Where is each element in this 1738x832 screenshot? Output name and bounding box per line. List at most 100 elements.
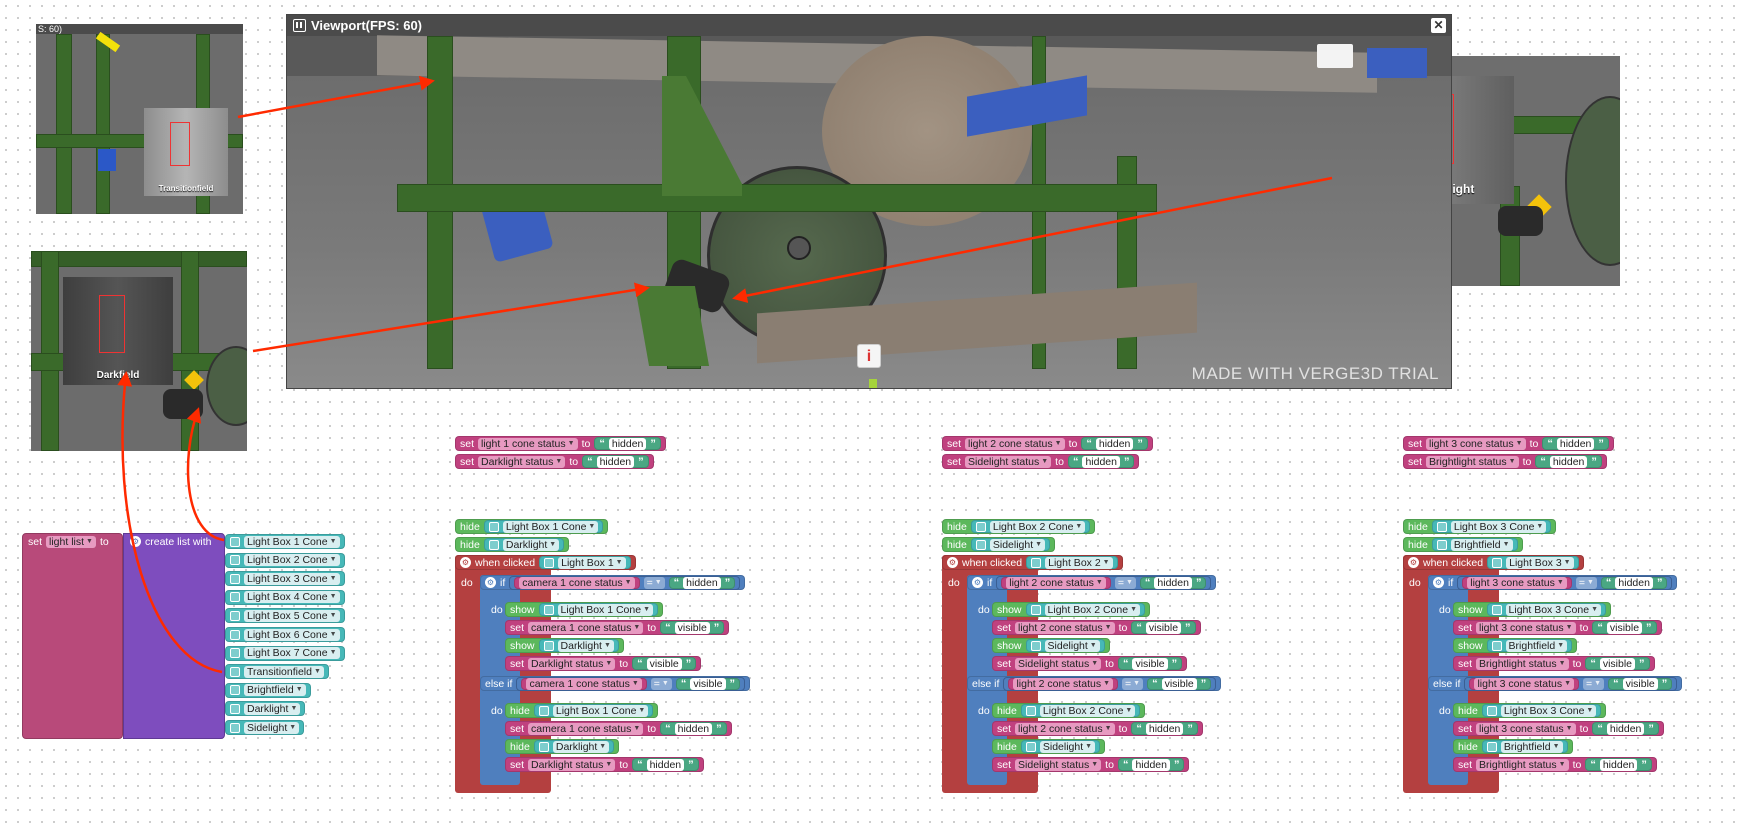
dropdown[interactable]: Brightfield ▼ [1450,538,1513,551]
object-dropdown[interactable]: Light Box 2 Cone ▼ [244,554,340,567]
dropdown[interactable]: Brightfield ▼ [1500,740,1563,753]
viewport-pause-icon[interactable] [293,19,306,32]
info-icon[interactable]: i [857,344,881,368]
object-dropdown[interactable]: Transitionfield ▼ [244,665,324,678]
set-block[interactable]: set light 2 cone status ▼ to “hidden” [942,436,1153,451]
text-value[interactable]: hidden [683,576,721,589]
eq-dropdown[interactable]: = ▼ [1575,576,1597,589]
dropdown[interactable]: Light Box 2 Cone ▼ [989,520,1086,533]
when-clicked-block[interactable]: ⚙ when clicked Light Box 1 ▼ [455,555,636,570]
list-item[interactable]: Light Box 7 Cone ▼ [225,645,345,661]
dropdown[interactable]: light 2 cone status ▼ [965,437,1065,450]
dropdown[interactable]: Darklight status ▼ [478,455,566,468]
dropdown[interactable]: Light Box 1 Cone ▼ [557,603,654,616]
gear-icon[interactable]: ⚙ [485,577,496,588]
gear-icon[interactable]: ⚙ [947,557,958,568]
if-block[interactable]: ⚙ if light 2 cone status ▼ = ▼ “hidden” [967,575,1217,590]
dropdown[interactable]: Sidelight ▼ [1044,639,1100,652]
hide-block[interactable]: hide Brightfield ▼ [1403,537,1523,552]
set-block[interactable]: set Sidelight status ▼ to “hidden” [992,757,1190,772]
dropdown[interactable]: Light Box 3 Cone ▼ [1505,603,1602,616]
text-value[interactable]: hidden [1556,437,1595,450]
set-block[interactable]: set light 3 cone status ▼ to “hidden” [1403,436,1614,451]
dropdown[interactable]: camera 1 cone status ▼ [519,576,635,589]
list-item[interactable]: Transitionfield ▼ [225,664,329,680]
show-block[interactable]: show Light Box 1 Cone ▼ [505,602,664,617]
text-value[interactable]: hidden [1606,722,1645,735]
eq-dropdown[interactable]: = ▼ [643,576,665,589]
list-item[interactable]: Light Box 1 Cone ▼ [225,534,345,549]
if-block[interactable]: ⚙ if light 3 cone status ▼ = ▼ “hidden” [1428,575,1678,590]
text-value[interactable]: hidden [1082,455,1120,468]
dropdown[interactable]: camera 1 cone status ▼ [528,621,644,634]
set-block[interactable]: set camera 1 cone status ▼ to “hidden” [505,721,732,736]
text-value[interactable]: hidden [1615,576,1653,589]
gear-icon[interactable]: ⚙ [972,577,983,588]
dropdown[interactable]: Light Box 2 ▼ [1045,556,1113,569]
set-block[interactable]: set light 3 cone status ▼ to “hidden” [1453,721,1664,736]
list-item[interactable]: Darklight ▼ [225,701,306,717]
list-item[interactable]: Light Box 2 Cone ▼ [225,552,345,568]
gear-icon[interactable]: ⚙ [130,536,141,547]
create-list-block[interactable] [123,533,225,739]
dropdown[interactable]: camera 1 cone status ▼ [526,677,642,690]
dropdown[interactable]: Light Box 2 Cone ▼ [1044,603,1141,616]
set-block[interactable]: set Darklight status ▼ to “hidden” [455,454,654,469]
dropdown[interactable]: Light Box 1 Cone ▼ [502,520,599,533]
text-value[interactable]: visible [646,657,682,670]
else-if-block[interactable]: else if light 3 cone status ▼ = ▼ “visible” [1428,676,1683,691]
when-clicked-block[interactable]: ⚙ when clicked Light Box 2 ▼ [942,555,1123,570]
else-if-block[interactable]: else if light 2 cone status ▼ = ▼ “visible” [967,676,1222,691]
list-item[interactable]: Light Box 3 Cone ▼ [225,571,345,587]
text-value[interactable]: hidden [1154,576,1192,589]
eq-dropdown[interactable]: = ▼ [1583,677,1605,690]
set-block[interactable]: set Sidelight status ▼ to “hidden” [942,454,1140,469]
set-block[interactable]: set light 2 cone status ▼ to “visible” [992,620,1201,635]
set-block[interactable]: set Darklight status ▼ to “hidden” [505,757,704,772]
dropdown[interactable]: Light Box 1 ▼ [558,556,626,569]
hide-block[interactable]: hide Light Box 1 Cone ▼ [505,703,659,718]
object-dropdown[interactable]: Light Box 5 Cone ▼ [244,609,340,622]
dropdown[interactable]: Darklight ▼ [502,538,560,551]
text-value[interactable]: hidden [674,722,713,735]
text-value[interactable]: hidden [1145,722,1184,735]
viewport-titlebar[interactable]: Viewport(FPS: 60) [287,15,1451,36]
text-value[interactable]: hidden [646,758,685,771]
hide-block[interactable]: hide Sidelight ▼ [992,739,1106,754]
dropdown[interactable]: Darklight status ▼ [528,657,616,670]
object-dropdown[interactable]: Light Box 3 Cone ▼ [244,572,340,585]
dropdown[interactable]: Sidelight ▼ [1039,740,1096,753]
set-block[interactable]: set light 3 cone status ▼ to “visible” [1453,620,1662,635]
dropdown[interactable]: Brightlight status ▼ [1426,455,1519,468]
set-block[interactable]: set Sidelight status ▼ to “visible” [992,656,1188,671]
text-value[interactable]: hidden [1599,758,1638,771]
dropdown[interactable]: light 3 cone status ▼ [1476,722,1576,735]
set-block[interactable]: set Brightlight status ▼ to “hidden” [1403,454,1607,469]
list-item[interactable]: Brightfield ▼ [225,682,311,698]
light-list-var-dropdown[interactable]: light list ▼ [46,535,96,548]
when-clicked-block[interactable]: ⚙ when clicked Light Box 3 ▼ [1403,555,1584,570]
show-block[interactable]: show Light Box 2 Cone ▼ [992,602,1151,617]
list-item[interactable]: Light Box 4 Cone ▼ [225,589,345,605]
dropdown[interactable]: light 2 cone status ▼ [1015,722,1115,735]
else-if-block[interactable]: else if camera 1 cone status ▼ = ▼ “visible” [480,676,751,691]
text-value[interactable]: visible [1599,657,1636,670]
dropdown[interactable]: Sidelight status ▼ [1015,657,1102,670]
text-value[interactable]: visible [1606,621,1643,634]
text-value[interactable]: visible [674,621,710,634]
dropdown[interactable]: Sidelight ▼ [989,538,1046,551]
dropdown[interactable]: light 3 cone status ▼ [1467,576,1567,589]
dropdown[interactable]: camera 1 cone status ▼ [528,722,644,735]
if-block[interactable]: ⚙ if camera 1 cone status ▼ = ▼ “hidden” [480,575,746,590]
dropdown[interactable]: light 2 cone status ▼ [1006,576,1106,589]
viewport-window[interactable]: Viewport(FPS: 60) ✕ MADE WITH VERGE3D TR… [286,14,1452,389]
close-icon[interactable]: ✕ [1431,18,1446,33]
dropdown[interactable]: Light Box 1 Cone ▼ [552,704,649,717]
dropdown[interactable]: light 3 cone status ▼ [1474,677,1575,690]
text-value[interactable]: hidden [596,455,635,468]
text-value[interactable]: hidden [1095,437,1134,450]
list-item[interactable]: Light Box 5 Cone ▼ [225,608,345,624]
set-block[interactable]: set light 2 cone status ▼ to “hidden” [992,721,1203,736]
text-value[interactable]: visible [1145,621,1182,634]
object-dropdown[interactable]: Light Box 6 Cone ▼ [244,628,340,641]
